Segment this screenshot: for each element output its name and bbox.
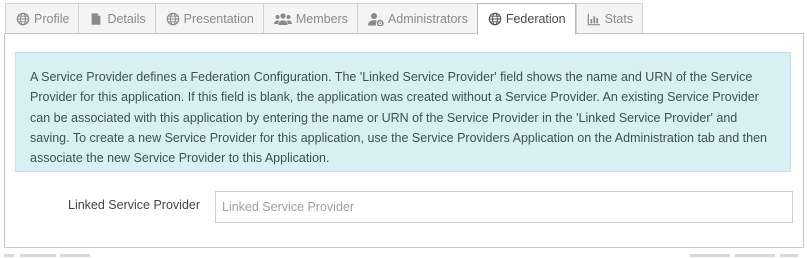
tab-federation-label: Federation xyxy=(505,12,566,26)
tab-presentation[interactable]: Presentation xyxy=(154,3,263,34)
federation-panel: A Service Provider defines a Federation … xyxy=(4,33,804,248)
tab-stats[interactable]: Stats xyxy=(575,3,644,34)
tab-stats-label: Stats xyxy=(604,11,634,26)
tab-bar: Profile Details Presentation Members Adm… xyxy=(5,3,644,35)
tab-members-label: Members xyxy=(295,11,348,26)
tab-details[interactable]: Details xyxy=(78,3,155,34)
globe-icon xyxy=(166,12,180,26)
linked-service-provider-label: Linked Service Provider xyxy=(68,198,201,212)
globe-icon xyxy=(16,12,30,26)
bar-chart-icon xyxy=(587,12,601,26)
tab-presentation-label: Presentation xyxy=(183,11,254,26)
tab-administrators-label: Administrators xyxy=(387,11,468,26)
globe-icon xyxy=(488,12,502,26)
linked-service-provider-input[interactable] xyxy=(215,191,793,223)
info-text: A Service Provider defines a Federation … xyxy=(30,70,767,166)
tab-profile-label: Profile xyxy=(34,11,70,26)
document-icon xyxy=(89,12,103,26)
user-cog-icon xyxy=(367,12,384,26)
users-icon xyxy=(273,12,292,26)
tab-members[interactable]: Members xyxy=(262,3,357,34)
tab-profile[interactable]: Profile xyxy=(5,3,79,34)
tab-federation[interactable]: Federation xyxy=(476,3,576,35)
footer-strip xyxy=(0,250,807,258)
tab-details-label: Details xyxy=(107,11,146,26)
tab-administrators[interactable]: Administrators xyxy=(356,3,477,34)
info-box: A Service Provider defines a Federation … xyxy=(15,52,791,172)
